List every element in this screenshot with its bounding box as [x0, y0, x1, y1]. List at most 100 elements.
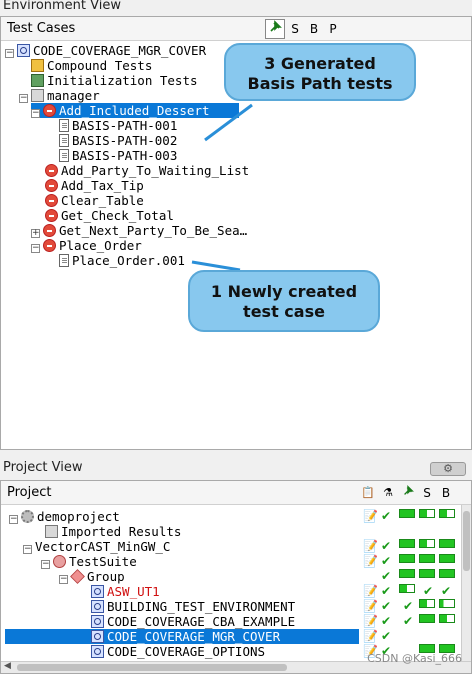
coverage-bar	[419, 599, 435, 608]
environment-icon	[91, 645, 104, 658]
tree-item-basis-path-002[interactable]: BASIS-PATH-002	[59, 133, 177, 148]
group-icon	[70, 569, 85, 584]
coverage-bar	[419, 569, 435, 578]
project-item-demoproject[interactable]: − demoproject	[9, 509, 120, 524]
project-item-asw-ut1[interactable]: ASW_UT1	[91, 584, 160, 599]
environment-view-title: Environment View	[3, 0, 121, 13]
collapse-icon[interactable]: −	[31, 109, 40, 118]
status-row-demoproject: 📝 ✔	[359, 509, 459, 524]
column-b-header[interactable]: B	[436, 483, 456, 503]
column-b-header[interactable]: B	[304, 19, 324, 39]
pass-check-icon: ✔	[423, 584, 434, 598]
column-p-header[interactable]: P	[323, 19, 343, 39]
imported-results-icon	[45, 525, 58, 538]
tree-item-add-included-dessert[interactable]: − Add_Included_Dessert	[31, 103, 239, 118]
column-s-header[interactable]: S	[417, 483, 437, 503]
pass-check-icon: ✔	[441, 584, 452, 598]
tree-item-label: BASIS-PATH-003	[72, 148, 178, 163]
subprogram-icon	[43, 224, 56, 237]
tree-item-label: CODE_COVERAGE_MGR_COVER	[107, 629, 281, 644]
collapse-icon[interactable]: −	[19, 94, 28, 103]
tree-item-get-check-total[interactable]: Get_Check_Total	[45, 208, 174, 223]
project-item-group[interactable]: − Group	[59, 569, 125, 584]
collapse-icon[interactable]: −	[5, 49, 14, 58]
tree-item-label: Add_Party_To_Waiting_List	[61, 163, 250, 178]
project-vertical-scrollbar[interactable]	[461, 505, 471, 661]
pass-check-icon: ✔	[381, 584, 392, 598]
tree-item-label: manager	[47, 88, 100, 103]
environment-icon	[91, 585, 104, 598]
scroll-left-arrow-icon[interactable]: ◀	[4, 661, 11, 671]
tree-item-label: Place_Order.001	[72, 253, 185, 268]
tree-item-initialization-tests[interactable]: Initialization Tests	[31, 73, 198, 88]
tree-item-basis-path-001[interactable]: BASIS-PATH-001	[59, 118, 177, 133]
column-s-header[interactable]: S	[285, 19, 305, 39]
tree-item-place-order[interactable]: − Place_Order	[31, 238, 142, 253]
collapse-icon[interactable]: −	[41, 560, 50, 569]
pin-column-icon[interactable]	[398, 483, 418, 503]
expand-icon[interactable]: +	[31, 229, 40, 238]
callout-basis-path-tests: 3 Generated Basis Path tests	[224, 43, 416, 101]
tree-item-add-tax-tip[interactable]: Add_Tax_Tip	[45, 178, 144, 193]
collapse-icon[interactable]: −	[23, 545, 32, 554]
status-icon: 📝	[363, 539, 378, 553]
project-item-mgr-cover[interactable]: CODE_COVERAGE_MGR_COVER	[5, 629, 359, 644]
pass-check-icon: ✔	[403, 614, 414, 628]
scrollbar-thumb[interactable]	[463, 511, 470, 571]
tree-item-label: ASW_UT1	[107, 584, 160, 599]
project-item-vectorcast-mingw[interactable]: − VectorCAST_MinGW_C	[23, 539, 170, 554]
project-item-testsuite[interactable]: − TestSuite	[41, 554, 137, 569]
tree-item-label: VectorCAST_MinGW_C	[35, 539, 171, 554]
tree-item-basis-path-003[interactable]: BASIS-PATH-003	[59, 148, 177, 163]
status-icon: 📝	[363, 599, 378, 613]
tree-item-label: Add_Tax_Tip	[61, 178, 144, 193]
project-item-building-test-env[interactable]: BUILDING_TEST_ENVIRONMENT	[91, 599, 295, 614]
testcase-icon	[59, 119, 69, 132]
status-row-vectorcast: 📝 ✔	[359, 539, 459, 554]
scrollbar-thumb[interactable]	[17, 664, 287, 671]
status-row-cba-example: 📝 ✔ ✔	[359, 614, 459, 629]
tree-item-label: Imported Results	[61, 524, 182, 539]
tree-item-compound-tests[interactable]: Compound Tests	[31, 58, 152, 73]
environment-icon	[91, 630, 104, 643]
execution-column-icon[interactable]: ⚗	[378, 483, 398, 503]
tree-item-clear-table[interactable]: Clear_Table	[45, 193, 144, 208]
coverage-bar	[419, 554, 435, 563]
project-item-imported-results[interactable]: Imported Results	[45, 524, 181, 539]
collapse-icon[interactable]: −	[9, 515, 18, 524]
tree-item-add-party[interactable]: Add_Party_To_Waiting_List	[45, 163, 249, 178]
tree-item-environment[interactable]: − CODE_COVERAGE_MGR_COVER	[5, 43, 206, 58]
project-header: Project 📋 ⚗ S B	[1, 481, 471, 505]
testsuite-icon	[53, 555, 66, 568]
project-header-label: Project	[7, 485, 52, 500]
collapse-icon[interactable]: −	[31, 244, 40, 253]
tree-item-label: Add_Included_Dessert	[59, 103, 210, 118]
subprogram-icon	[45, 164, 58, 177]
testcase-icon	[59, 149, 69, 162]
callout-basis-text: 3 Generated Basis Path tests	[247, 54, 393, 93]
testcase-icon	[59, 254, 69, 267]
project-view-title: Project View	[3, 460, 83, 475]
tree-item-get-next-party[interactable]: + Get_Next_Party_To_Be_Sea…	[31, 223, 247, 238]
tree-item-place-order-001[interactable]: Place_Order.001	[59, 253, 185, 268]
callout-new-text: 1 Newly created test case	[210, 282, 358, 321]
status-row-group: ✔	[359, 569, 459, 584]
test-cases-header: Test Cases S B P	[1, 17, 471, 41]
tree-item-label: Get_Next_Party_To_Be_Sea…	[59, 223, 248, 238]
tree-item-label: BUILDING_TEST_ENVIRONMENT	[107, 599, 296, 614]
tree-item-label: CODE_COVERAGE_CBA_EXAMPLE	[107, 614, 296, 629]
subprogram-icon	[43, 104, 56, 117]
callout-new-test-case: 1 Newly created test case	[188, 270, 380, 332]
tree-item-unit-manager[interactable]: − manager	[19, 88, 100, 103]
coverage-bar	[439, 509, 455, 518]
project-item-cba-example[interactable]: CODE_COVERAGE_CBA_EXAMPLE	[91, 614, 295, 629]
pin-icon[interactable]	[265, 19, 285, 39]
collapse-icon[interactable]: −	[59, 575, 68, 584]
project-item-coverage-options[interactable]: CODE_COVERAGE_OPTIONS	[91, 644, 265, 659]
tree-item-label: demoproject	[37, 509, 120, 524]
project-view-settings-button[interactable]: ⚙	[430, 462, 466, 476]
status-icon: 📝	[363, 629, 378, 643]
testcase-status-column-icon[interactable]: 📋	[358, 483, 378, 503]
project-view-panel: Project 📋 ⚗ S B − demoproject Imported Re…	[0, 480, 472, 674]
coverage-bar	[439, 569, 455, 578]
